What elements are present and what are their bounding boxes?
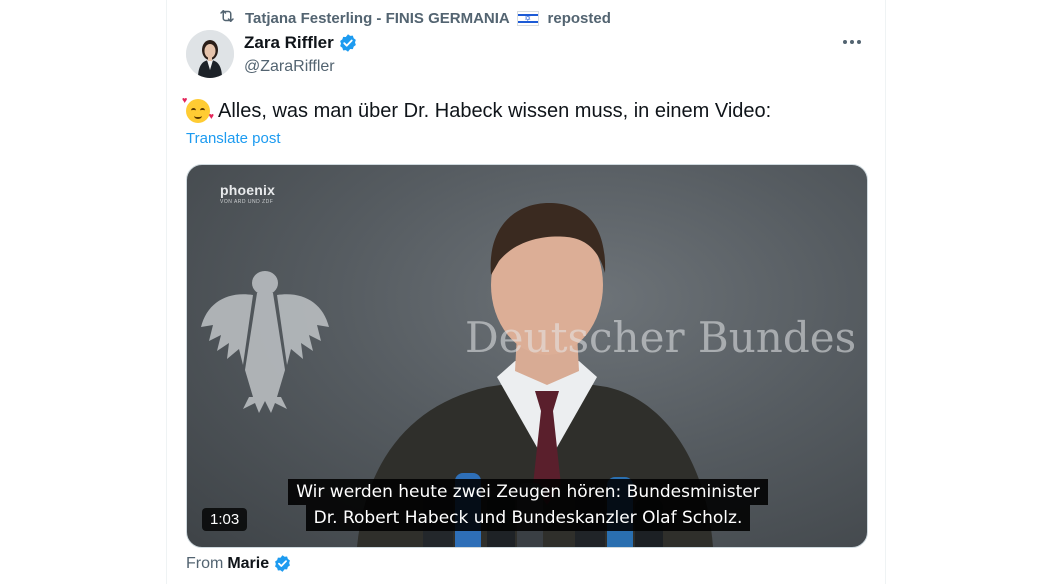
verified-badge-icon[interactable]	[338, 33, 358, 53]
translate-post-link[interactable]: Translate post	[186, 130, 281, 147]
subtitle-line-1: Wir werden heute zwei Zeugen hören: Bund…	[288, 479, 768, 505]
post-text: ♥ ♥ Alles, was man über Dr. Habeck wissen…	[182, 95, 772, 125]
more-options-icon[interactable]	[838, 32, 866, 52]
channel-logo: phoenix VON ARD UND ZDF	[220, 182, 276, 205]
smiling-face-with-hearts-icon: ♥ ♥	[182, 95, 214, 123]
video-duration-badge: 1:03	[202, 508, 248, 531]
video-attribution: From Marie	[186, 554, 292, 573]
attribution-prefix: From	[186, 554, 224, 572]
author-handle[interactable]: @ZaraRiffler	[244, 58, 358, 76]
avatar[interactable]	[186, 30, 234, 78]
verified-badge-icon	[273, 554, 292, 573]
post-body: Alles, was man über Dr. Habeck wissen mu…	[218, 100, 772, 122]
author-block: Zara Riffler @ZaraRiffler	[244, 32, 358, 76]
author-name[interactable]: Zara Riffler	[244, 33, 334, 53]
repost-suffix: reposted	[547, 9, 611, 27]
video-subtitles: Wir werden heute zwei Zeugen hören: Bund…	[268, 479, 788, 531]
post[interactable]: Tatjana Festerling - FINIS GERMANIA ✡ re…	[166, 0, 886, 584]
reposter-name[interactable]: Tatjana Festerling - FINIS GERMANIA ✡ re…	[245, 10, 611, 27]
background-wall-text: Deutscher Bundes	[465, 313, 857, 362]
israel-flag-icon: ✡	[517, 11, 540, 27]
subtitle-line-2: Dr. Robert Habeck und Bundeskanzler Olaf…	[305, 505, 751, 531]
federal-eagle-emblem	[201, 271, 329, 413]
repost-indicator[interactable]: Tatjana Festerling - FINIS GERMANIA ✡ re…	[218, 7, 611, 29]
attribution-name-link[interactable]: Marie	[227, 555, 269, 573]
repost-icon	[218, 7, 236, 29]
video-player[interactable]: Deutscher Bundes phoenix VON ARD UND ZDF…	[186, 164, 868, 548]
